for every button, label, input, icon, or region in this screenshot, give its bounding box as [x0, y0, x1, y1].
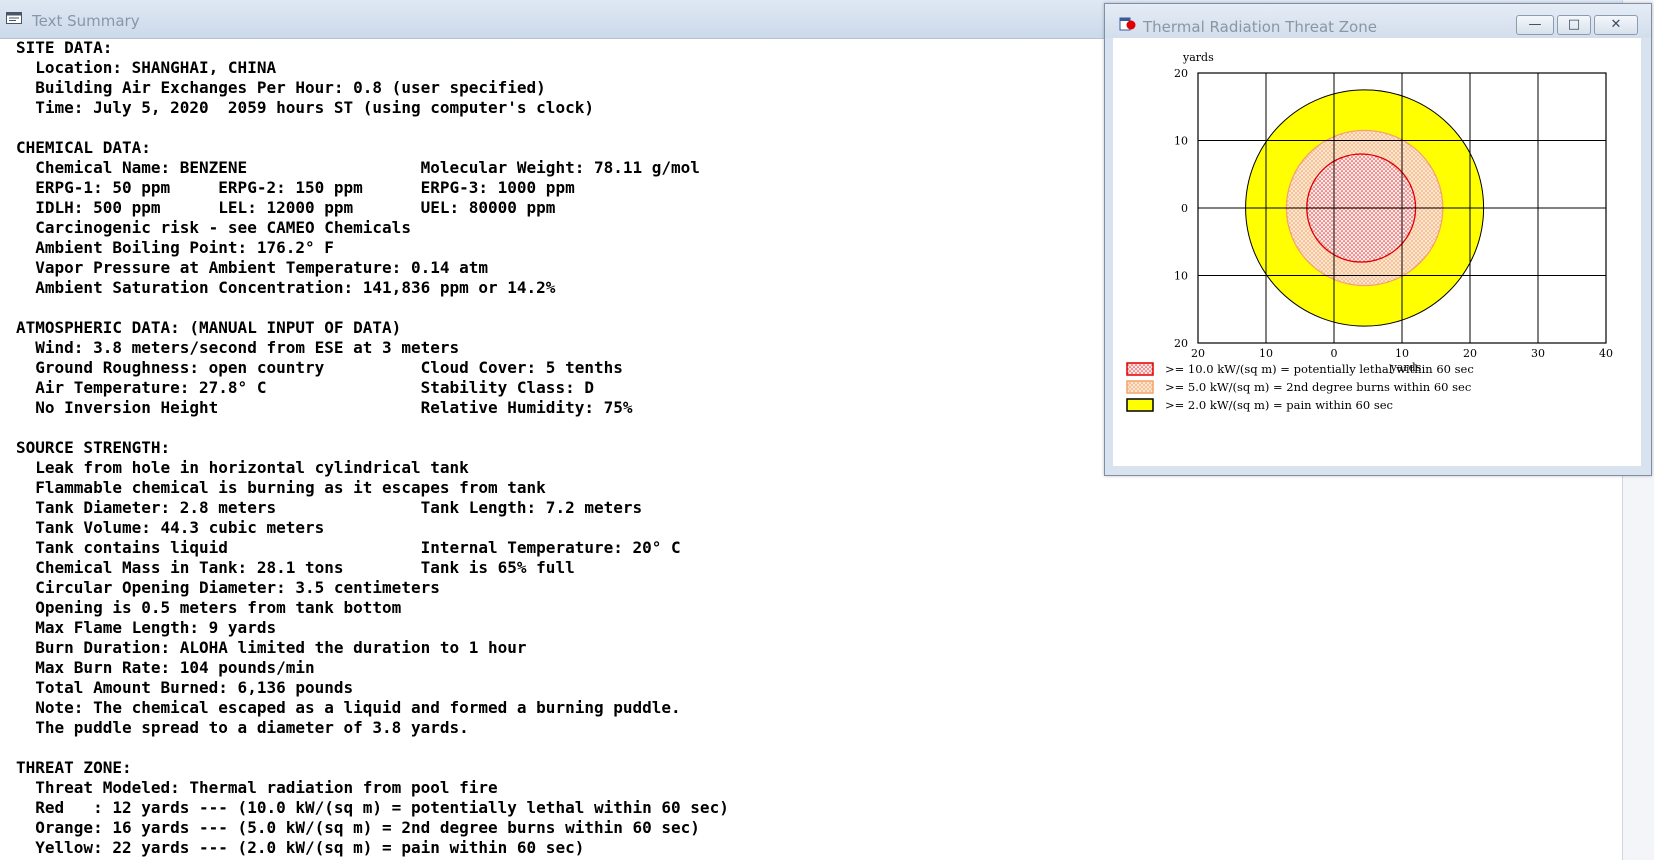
summary-line: Location: SHANGHAI, CHINA	[16, 58, 277, 77]
summary-line: ERPG-1: 50 ppm ERPG-2: 150 ppm ERPG-3: 1…	[16, 178, 575, 197]
x-tick-label: 0	[1331, 347, 1338, 360]
summary-line: Building Air Exchanges Per Hour: 0.8 (us…	[16, 78, 546, 97]
summary-line: The puddle spread to a diameter of 3.8 y…	[16, 718, 469, 737]
threat-zone-plot-area: 20 10 0 10 20 30 40 20 10 0 10 20 yards yards >= 10.0…	[1113, 38, 1641, 466]
summary-line: Total Amount Burned: 6,136 pounds	[16, 678, 354, 697]
summary-line: Tank contains liquid Internal Temperatur…	[16, 538, 681, 557]
legend-swatch	[1126, 362, 1154, 376]
summary-line: Vapor Pressure at Ambient Temperature: 0…	[16, 258, 489, 277]
summary-line: Yellow: 22 yards --- (2.0 kW/(sq m) = pa…	[16, 838, 585, 857]
summary-line: Circular Opening Diameter: 3.5 centimete…	[16, 578, 440, 597]
minimize-icon: —	[1528, 17, 1542, 32]
summary-line: Burn Duration: ALOHA limited the duratio…	[16, 638, 527, 657]
y-tick-label: 20	[1174, 337, 1188, 350]
y-tick-label: 20	[1174, 67, 1188, 80]
summary-line: Leak from hole in horizontal cylindrical…	[16, 458, 469, 477]
y-axis-unit-label: yards	[1182, 51, 1214, 64]
summary-line: Carcinogenic risk - see CAMEO Chemicals	[16, 218, 411, 237]
summary-line: ATMOSPHERIC DATA: (MANUAL INPUT OF DATA)	[16, 318, 402, 337]
summary-line: Threat Modeled: Thermal radiation from p…	[16, 778, 498, 797]
y-tick-label: 10	[1174, 270, 1188, 283]
text-summary-title: Text Summary	[32, 12, 140, 30]
x-tick-label: 20	[1463, 347, 1477, 360]
threat-zone-title: Thermal Radiation Threat Zone	[1143, 18, 1377, 36]
legend-swatch	[1126, 398, 1154, 412]
summary-line: Wind: 3.8 meters/second from ESE at 3 me…	[16, 338, 460, 357]
legend-label: >= 10.0 kW/(sq m) = potentially lethal w…	[1165, 362, 1474, 376]
maximize-button[interactable]: □	[1557, 15, 1591, 35]
summary-line: Tank Volume: 44.3 cubic meters	[16, 518, 325, 537]
summary-line: Time: July 5, 2020 2059 hours ST (using …	[16, 98, 594, 117]
summary-line: Orange: 16 yards --- (5.0 kW/(sq m) = 2n…	[16, 818, 700, 837]
minimize-button[interactable]: —	[1516, 15, 1554, 35]
x-tick-label: 10	[1259, 347, 1273, 360]
summary-line: Chemical Name: BENZENE Molecular Weight:…	[16, 158, 700, 177]
x-tick-label: 20	[1191, 347, 1205, 360]
summary-line: THREAT ZONE:	[16, 758, 132, 777]
summary-line: Ground Roughness: open country Cloud Cov…	[16, 358, 623, 377]
legend-label: >= 2.0 kW/(sq m) = pain within 60 sec	[1165, 398, 1393, 412]
summary-line: Note: The chemical escaped as a liquid a…	[16, 698, 681, 717]
legend-swatch	[1126, 380, 1154, 394]
summary-line: Tank Diameter: 2.8 meters Tank Length: 7…	[16, 498, 643, 517]
summary-line: Max Burn Rate: 104 pounds/min	[16, 658, 315, 677]
y-tick-label: 0	[1181, 202, 1188, 215]
text-window-icon	[6, 12, 22, 24]
aloha-app-icon	[1119, 17, 1136, 31]
y-tick-label: 10	[1174, 135, 1188, 148]
legend-label: >= 5.0 kW/(sq m) = 2nd degree burns with…	[1165, 380, 1471, 394]
summary-line: Ambient Saturation Concentration: 141,83…	[16, 278, 556, 297]
desktop: Text Summary SITE DATA: Location: SHANGH…	[0, 0, 1654, 860]
summary-line: Opening is 0.5 meters from tank bottom	[16, 598, 402, 617]
maximize-icon: □	[1567, 17, 1581, 32]
summary-line: Chemical Mass in Tank: 28.1 tons Tank is…	[16, 558, 575, 577]
x-tick-label: 40	[1599, 347, 1613, 360]
close-icon: ✕	[1610, 17, 1622, 32]
summary-line: Flammable chemical is burning as it esca…	[16, 478, 546, 497]
x-tick-label: 10	[1395, 347, 1409, 360]
threat-zone-window: Thermal Radiation Threat Zone — □ ✕ 20 1…	[1104, 3, 1652, 476]
summary-line: CHEMICAL DATA:	[16, 138, 151, 157]
summary-line: No Inversion Height Relative Humidity: 7…	[16, 398, 633, 417]
summary-line: Ambient Boiling Point: 176.2° F	[16, 238, 334, 257]
threat-zone-titlebar[interactable]: Thermal Radiation Threat Zone — □ ✕	[1105, 4, 1651, 38]
threat-zone-chart: 20 10 0 10 20 30 40201001020yardsyards >= 10.0…	[1126, 51, 1613, 412]
summary-line: IDLH: 500 ppm LEL: 12000 ppm UEL: 80000 …	[16, 198, 556, 217]
summary-line: Air Temperature: 27.8° C Stability Class…	[16, 378, 594, 397]
summary-line: Red : 12 yards --- (10.0 kW/(sq m) = pot…	[16, 798, 729, 817]
summary-line: SOURCE STRENGTH:	[16, 438, 171, 457]
text-summary-body: SITE DATA: Location: SHANGHAI, CHINA Bui…	[16, 38, 1116, 860]
summary-line: SITE DATA:	[16, 38, 113, 57]
summary-line: Max Flame Length: 9 yards	[16, 618, 277, 637]
x-tick-label: 30	[1531, 347, 1545, 360]
close-button[interactable]: ✕	[1594, 15, 1638, 35]
